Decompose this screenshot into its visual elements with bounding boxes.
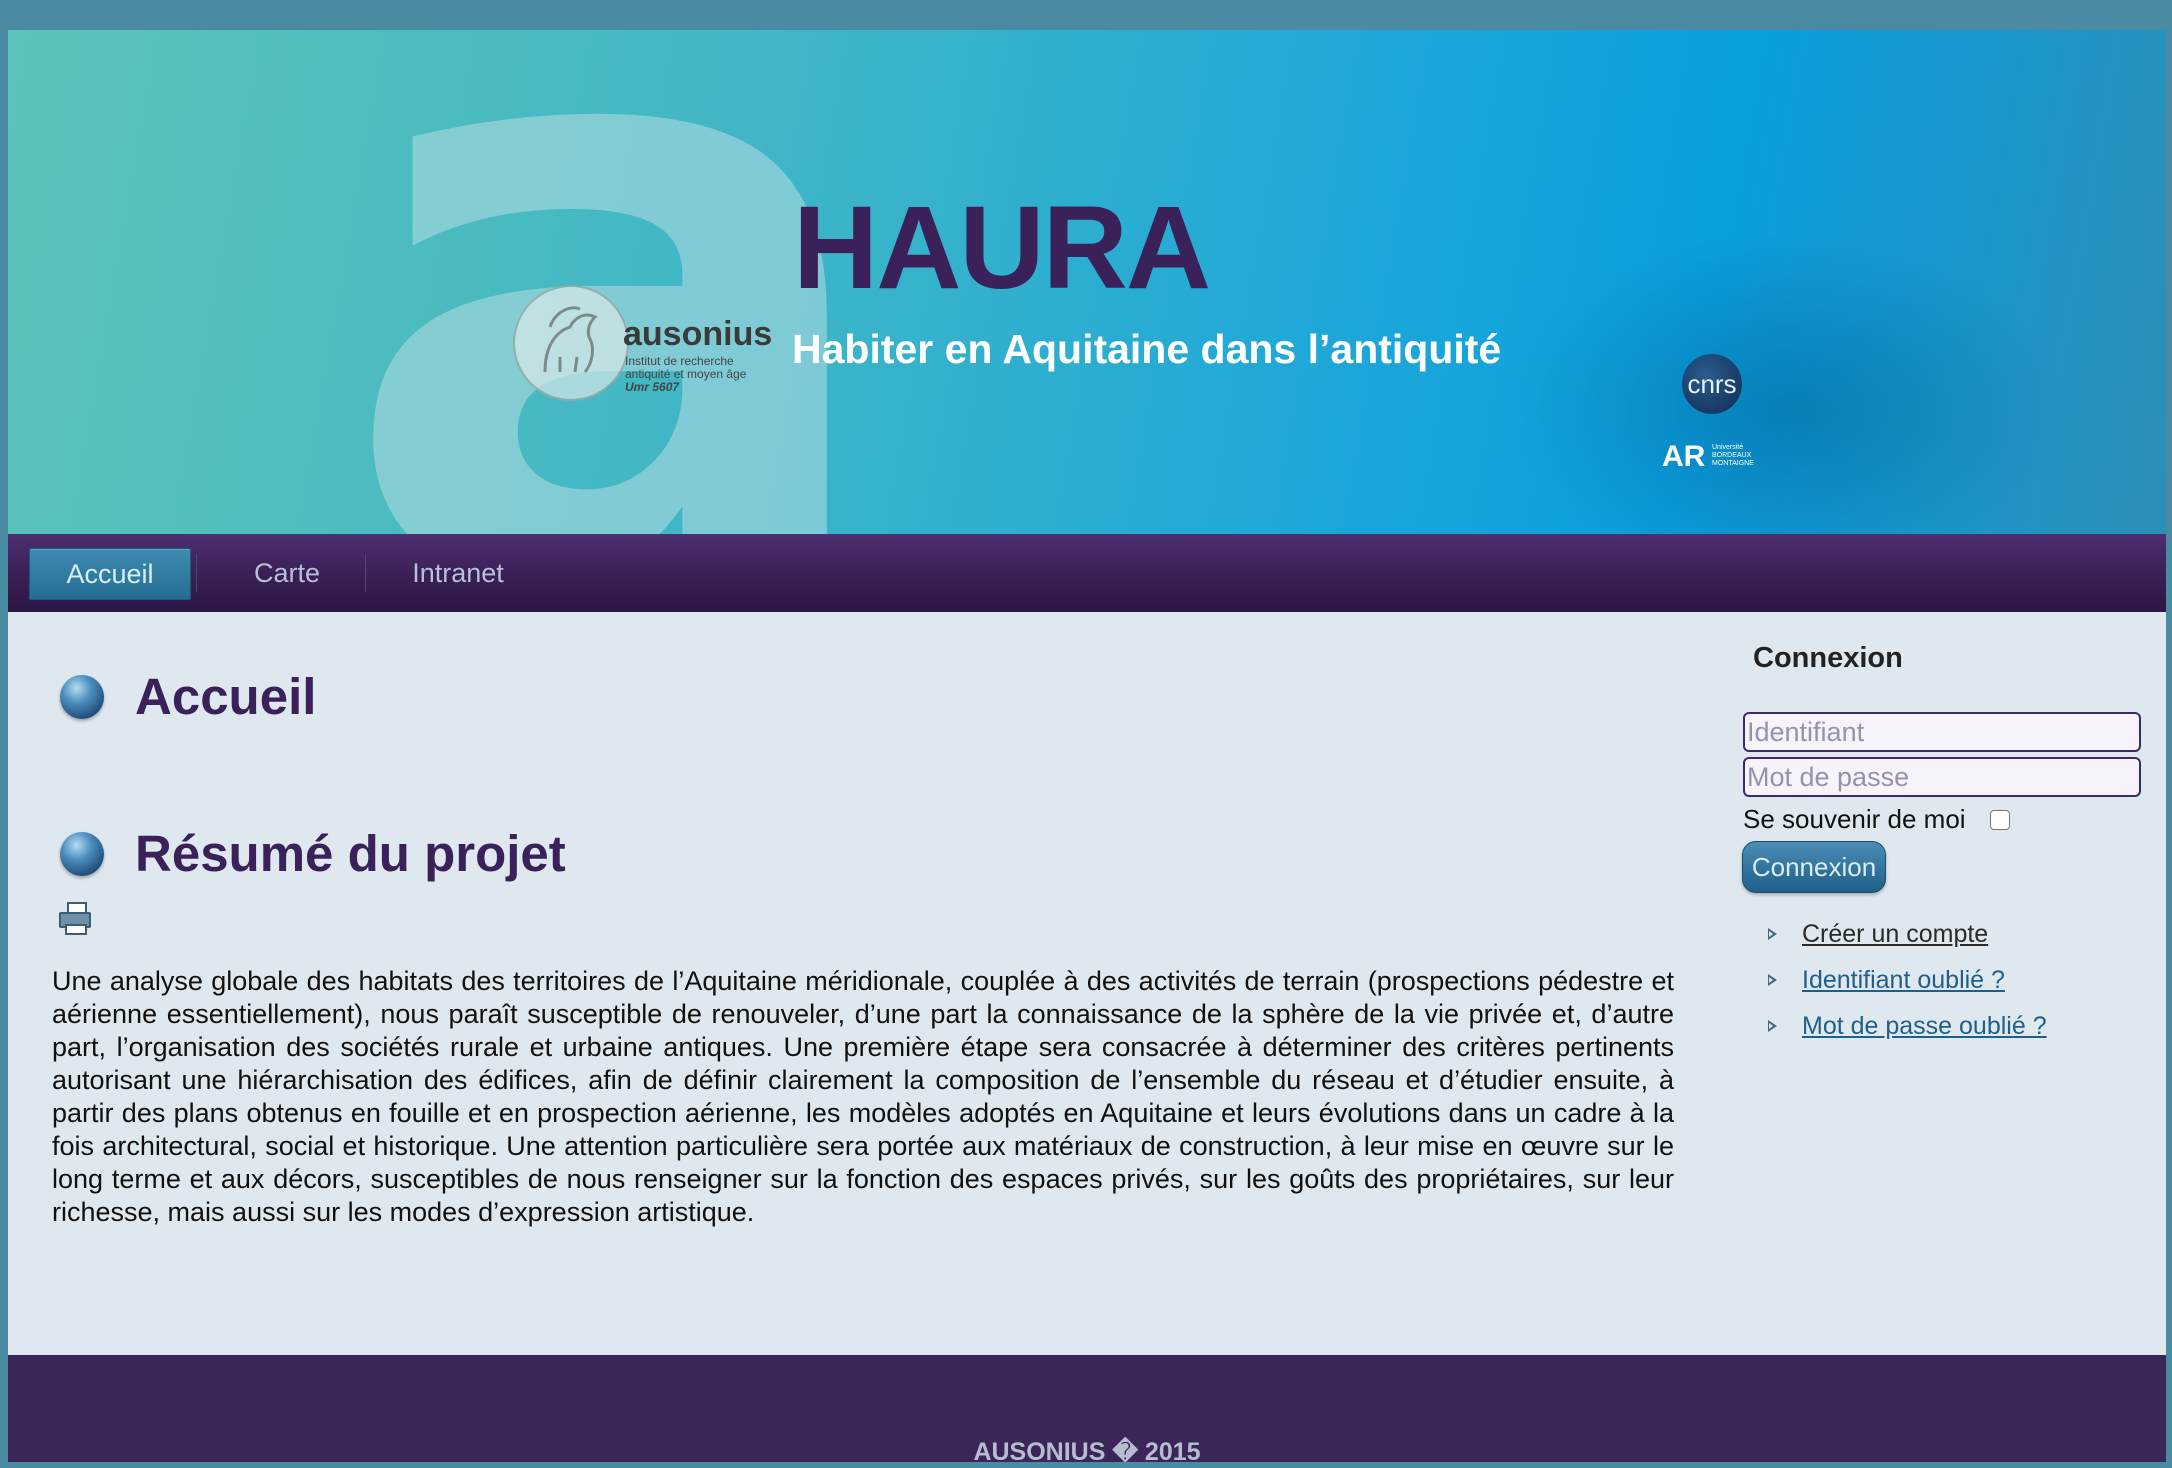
site-banner: a ausonius Institut de recherche antiqui… [8,30,2166,534]
remember-me-label: Se souvenir de moi [1743,804,1966,834]
footer-copyright: AUSONIUS � 2015 [973,1438,1201,1462]
nav-item-carte[interactable]: Carte [213,548,361,598]
printer-icon[interactable] [58,902,92,935]
login-button[interactable]: Connexion [1742,841,1886,893]
ausonius-logo-subtitle: Institut de recherche antiquité et moyen… [625,355,775,394]
ubm-logo-mark: AR [1662,440,1706,473]
university-bordeaux-montaigne-logo: AR Université BORDEAUX MONTAIGNE [1662,440,1782,476]
forgot-username-link[interactable]: Identifiant oublié ? [1802,966,2005,995]
main-nav: Accueil Carte Intranet [8,534,2166,612]
remember-me-checkbox[interactable] [1990,810,2010,830]
cnrs-logo: cnrs [1682,354,1742,414]
bullet-arrow-icon [1768,928,1777,940]
sphinx-emblem-icon [513,285,629,401]
ubm-logo-text: Université BORDEAUX MONTAIGNE [1712,444,1754,467]
section-title: Résumé du projet [135,825,566,882]
globe-icon [60,675,104,719]
ausonius-logo-name: ausonius [623,315,773,353]
site-subtitle: Habiter en Aquitaine dans l’antiquité [792,326,1502,372]
globe-icon [60,832,104,876]
project-summary-text: Une analyse globale des habitats des ter… [52,966,1674,1227]
create-account-link[interactable]: Créer un compte [1802,920,1988,949]
printer-tray [65,924,87,935]
nav-item-intranet[interactable]: Intranet [378,548,538,598]
bullet-arrow-icon [1768,974,1777,986]
bullet-arrow-icon [1768,1020,1777,1032]
username-input[interactable] [1743,712,2141,752]
nav-item-accueil[interactable]: Accueil [29,548,191,600]
ausonius-logo: ausonius Institut de recherche antiquité… [513,285,773,415]
nav-separator [365,554,366,592]
site-footer: AUSONIUS � 2015 [8,1355,2166,1462]
nav-separator [196,554,197,592]
login-title: Connexion [1753,642,1903,674]
ausonius-logo-line3: Umr 5607 [625,380,680,394]
site-title: HAURA [793,182,1211,314]
forgot-password-link[interactable]: Mot de passe oublié ? [1802,1012,2047,1041]
page-frame: a ausonius Institut de recherche antiqui… [8,30,2166,1462]
banner-glow [1508,230,2068,534]
page-title: Accueil [135,668,317,725]
password-input[interactable] [1743,757,2141,797]
